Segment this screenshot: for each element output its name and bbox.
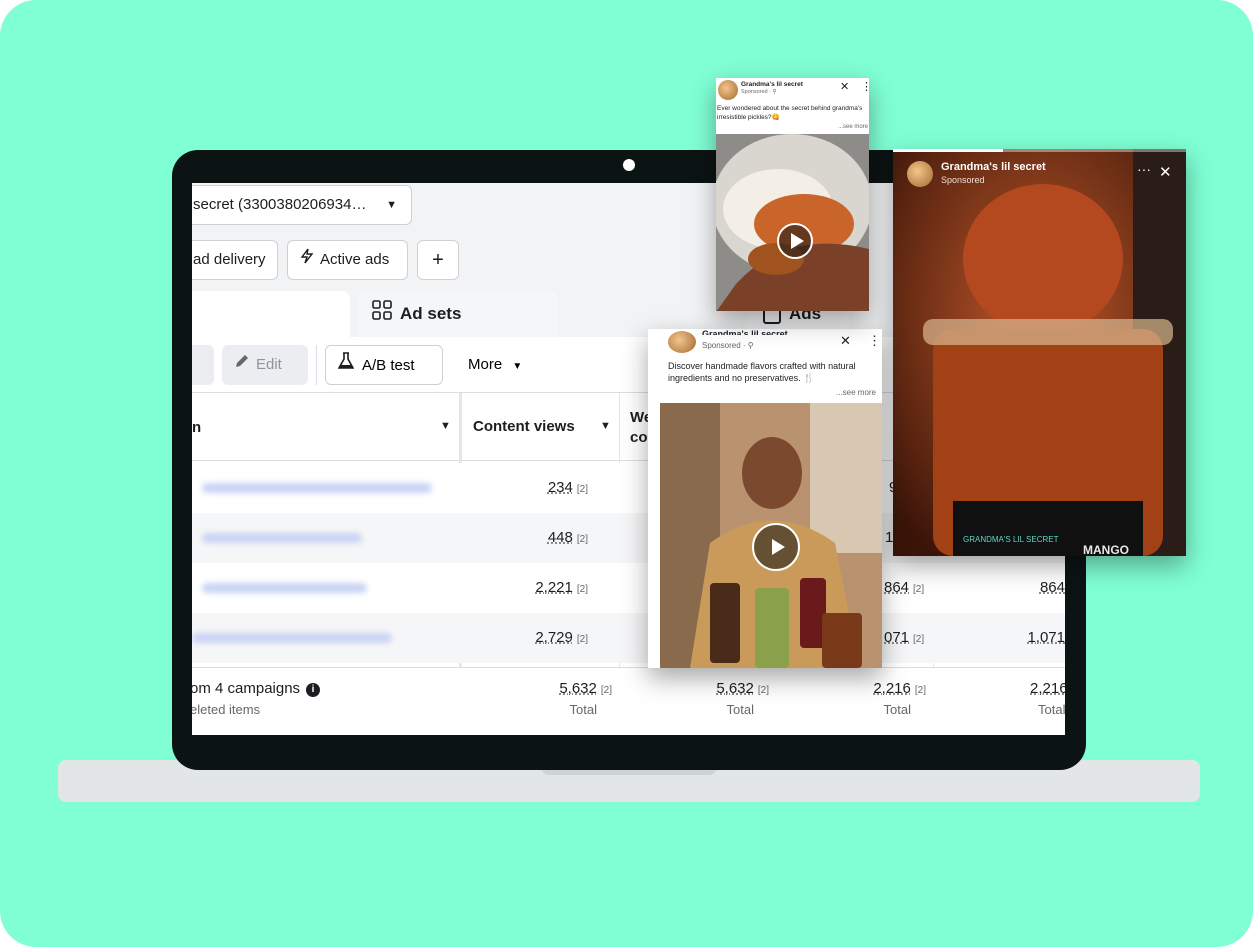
table-row[interactable]: 2,729 [2] 071 [2] 1,071 (192, 613, 1065, 663)
summary-col4[interactable]: 2,216 (1030, 680, 1065, 697)
play-icon[interactable] (777, 223, 813, 259)
blurred-campaign-name (202, 533, 362, 543)
active-ads-filter[interactable]: Active ads (287, 240, 408, 280)
summary-total-label: Total (569, 702, 597, 717)
header-next-col-2: co (630, 429, 648, 446)
caret-down-icon[interactable]: ▼ (440, 420, 451, 432)
tab-ad-sets-label: Ad sets (400, 304, 462, 323)
info-icon[interactable]: i (306, 683, 321, 697)
ab-test-button[interactable]: A/B test (325, 345, 443, 385)
col4-value[interactable]: 864 [2] (884, 579, 924, 596)
story-sponsored: Sponsored (941, 175, 985, 185)
play-icon[interactable] (752, 523, 800, 571)
account-selector[interactable]: secret (3300380206934… ▼ (192, 185, 412, 225)
story-ad-card[interactable]: Grandma's lil secret Sponsored ··· ✕ GRA… (893, 149, 1186, 556)
lightning-icon (300, 241, 314, 279)
pickle-jar-image (893, 149, 1186, 556)
edit-button[interactable]: Edit (222, 345, 308, 385)
content-views-value[interactable]: 234 [2] (548, 479, 588, 496)
content-views-value[interactable]: 2,729 [2] (535, 629, 588, 646)
avatar (907, 161, 933, 187)
feed-ad-card-1[interactable]: Grandma's lil secret Sponsored · ⚲ ✕ ⋮ E… (716, 78, 869, 311)
tab-campaigns[interactable] (192, 291, 350, 337)
content-views-value[interactable]: 448 [2] (548, 529, 588, 546)
add-filter-button[interactable]: + (417, 240, 459, 280)
grid-icon (372, 292, 392, 338)
story-page-name[interactable]: Grandma's lil secret (941, 161, 1046, 173)
more-label: More (468, 356, 503, 373)
close-icon[interactable]: ✕ (840, 80, 849, 93)
webcam (623, 159, 635, 171)
more-options-icon[interactable]: ··· (1137, 161, 1151, 177)
blurred-campaign-name (202, 483, 432, 493)
caret-down-icon: ▼ (512, 361, 523, 372)
pencil-icon (234, 345, 250, 385)
close-icon[interactable]: ✕ (1159, 163, 1172, 181)
blurred-campaign-name (192, 633, 392, 643)
header-content-views[interactable]: Content views (473, 418, 575, 435)
close-icon[interactable]: ✕ (840, 333, 851, 349)
summary-subtitle: eleted items (192, 702, 261, 717)
ad1-sponsored: Sponsored · ⚲ (741, 89, 777, 95)
story-progress-bar (893, 149, 1186, 152)
ad-delivery-label: ad delivery (193, 251, 266, 268)
col5-value[interactable]: 1,071 (1027, 629, 1065, 646)
see-more-link[interactable]: ...see more (838, 124, 868, 130)
ad-delivery-filter[interactable]: ad delivery (192, 240, 278, 280)
toolbar-divider (316, 345, 317, 385)
active-ads-label: Active ads (320, 251, 390, 268)
ad2-sponsored: Sponsored · ⚲ (702, 341, 754, 350)
jar-label: GRANDMA'S LIL SECRET (963, 535, 1059, 544)
ad1-text: Ever wondered about the secret behind gr… (717, 105, 863, 121)
blurred-campaign-name (202, 583, 367, 593)
summary-title: om 4 campaigns i (192, 680, 321, 697)
ad2-text: Discover handmade flavors crafted with n… (668, 361, 856, 383)
ad2-page-name[interactable]: Grandma's lil secret (702, 329, 788, 335)
feed-ad-card-2[interactable]: Grandma's lil secret Sponsored · ⚲ ✕ ⋮ D… (648, 329, 882, 668)
summary-total-label: Total (1038, 702, 1065, 717)
account-name: secret (3300380206934… (193, 196, 367, 213)
header-name-fragment: n (192, 419, 202, 436)
see-more-link[interactable]: ...see more (836, 388, 876, 397)
summary-col3[interactable]: 2,216 [2] (776, 680, 926, 697)
more-options-icon[interactable]: ⋮ (861, 80, 869, 93)
tab-ad-sets[interactable]: Ad sets (358, 291, 558, 337)
edit-label: Edit (256, 356, 282, 373)
caret-down-icon: ▼ (386, 199, 397, 211)
ab-test-label: A/B test (362, 357, 415, 374)
avatar (718, 80, 738, 100)
summary-col2[interactable]: 5,632 [2] (619, 680, 769, 697)
avatar (668, 331, 696, 353)
summary-total-label: Total (883, 702, 911, 717)
more-button[interactable]: More ▼ (456, 345, 536, 385)
ad1-page-name[interactable]: Grandma's lil secret (741, 81, 803, 88)
content-views-value[interactable]: 2,221 [2] (535, 579, 588, 596)
summary-col1[interactable]: 5,632 [2] (462, 680, 612, 697)
duplicate-button[interactable] (192, 345, 214, 385)
summary-total-label: Total (726, 702, 754, 717)
summary-row: om 4 campaigns i eleted items 5,632 [2] To… (192, 667, 1065, 735)
plus-icon: + (432, 249, 444, 271)
jar-text: MANGO (1083, 543, 1129, 556)
table-row[interactable]: 2,221 [2] 864 [2] 864 (192, 563, 1065, 613)
flask-icon (337, 346, 355, 386)
caret-down-icon[interactable]: ▼ (600, 420, 611, 432)
more-options-icon[interactable]: ⋮ (868, 333, 881, 349)
col5-value[interactable]: 864 (1040, 579, 1065, 596)
col4-value[interactable]: 071 [2] (884, 629, 924, 646)
